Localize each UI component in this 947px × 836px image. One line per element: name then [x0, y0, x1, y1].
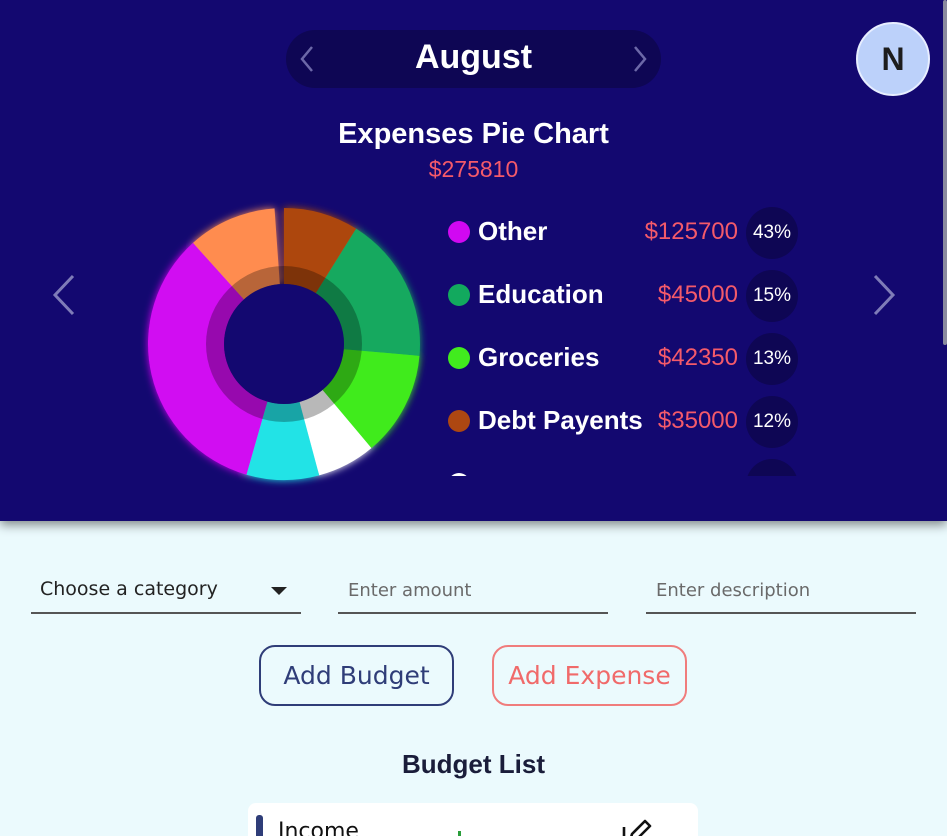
legend-name: Groceries	[478, 342, 600, 372]
category-select-value: Choose a category	[40, 578, 218, 600]
summary-panel: August N Expenses Pie Chart $275810 Othe…	[0, 0, 947, 521]
progress-indicator	[458, 831, 461, 836]
legend-name: Education	[478, 279, 604, 309]
chart-title: Expenses Pie Chart	[338, 118, 609, 150]
legend-color-dot	[448, 347, 470, 369]
add-expense-button[interactable]: Add Expense	[492, 645, 687, 706]
amount-field[interactable]	[338, 568, 608, 614]
legend-amount: $125700	[644, 218, 738, 245]
budget-name: Income	[278, 819, 359, 836]
caret-down-icon	[271, 587, 287, 595]
legend-name: Debt Payents	[478, 405, 643, 435]
legend-amount: $42350	[657, 344, 738, 371]
legend-color-dot	[448, 473, 470, 476]
list-item[interactable]: Income	[248, 803, 698, 836]
legend-amount: $45000	[657, 281, 738, 308]
legend-color-dot	[448, 284, 470, 306]
expenses-pie-chart	[147, 208, 420, 480]
chevron-right-icon[interactable]	[862, 270, 902, 320]
legend-name: Other	[478, 216, 548, 246]
legend-item[interactable]: Education $45000 15%	[440, 267, 810, 323]
legend-color-dot	[448, 410, 470, 432]
edit-icon[interactable]	[620, 817, 654, 836]
chevron-left-icon[interactable]	[46, 270, 86, 320]
scrollbar[interactable]	[943, 0, 947, 345]
chevron-right-icon[interactable]	[623, 42, 657, 76]
legend-percent: 15%	[746, 270, 798, 322]
month-label: August	[414, 38, 533, 76]
legend-amount: $35000	[657, 407, 738, 434]
month-selector: August	[286, 30, 661, 88]
legend-color-dot	[448, 221, 470, 243]
legend-item[interactable]: Groceries $42350 13%	[440, 330, 810, 386]
legend-item[interactable]	[440, 456, 810, 476]
legend-percent: 13%	[746, 333, 798, 385]
description-field[interactable]	[646, 568, 916, 614]
amount-input[interactable]	[338, 568, 608, 612]
description-input[interactable]	[646, 568, 916, 612]
legend-percent	[746, 459, 798, 476]
legend-percent: 43%	[746, 207, 798, 259]
avatar[interactable]: N	[856, 22, 930, 96]
chart-total: $275810	[428, 156, 519, 182]
budget-list-title: Budget List	[402, 749, 545, 779]
category-color-bar	[256, 815, 263, 836]
add-budget-button[interactable]: Add Budget	[259, 645, 454, 706]
chart-legend: Other $125700 43% Education $45000 15% G…	[440, 204, 810, 476]
legend-item[interactable]: Debt Payents $35000 12%	[440, 393, 810, 449]
legend-item[interactable]: Other $125700 43%	[440, 204, 810, 260]
category-select[interactable]: Choose a category	[31, 568, 301, 614]
legend-percent: 12%	[746, 396, 798, 448]
